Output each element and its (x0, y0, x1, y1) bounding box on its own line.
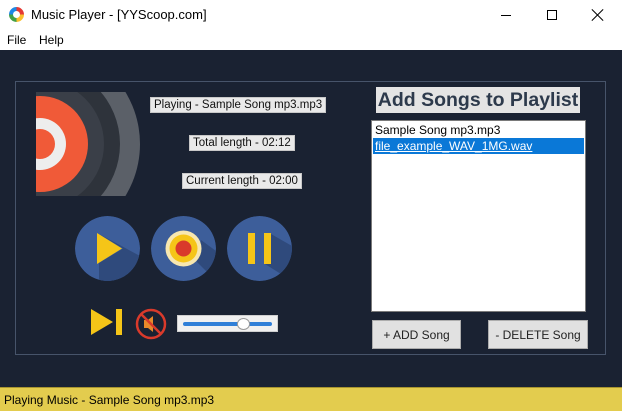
title-bar: Music Player - [YYScoop.com] (0, 0, 622, 30)
window-title: Music Player - [YYScoop.com] (31, 7, 207, 22)
next-track-button[interactable] (89, 307, 125, 337)
current-length-label: Current length - 02:00 (182, 173, 302, 189)
pause-icon (227, 216, 292, 281)
menu-help[interactable]: Help (39, 33, 64, 47)
menu-file[interactable]: File (7, 33, 26, 47)
volume-thumb[interactable] (237, 318, 251, 330)
minimize-icon (501, 14, 511, 16)
volume-slider[interactable] (177, 315, 278, 332)
music-disc-icon (9, 7, 24, 22)
maximize-icon (547, 10, 557, 20)
record-button[interactable] (151, 216, 216, 281)
playlist-item[interactable]: Sample Song mp3.mp3 (373, 122, 584, 138)
menu-bar: File Help (0, 30, 622, 50)
playlist-listbox[interactable]: Sample Song mp3.mp3 file_example_WAV_1MG.… (371, 120, 586, 312)
status-text: Playing Music - Sample Song mp3.mp3 (4, 393, 215, 407)
record-icon (151, 216, 216, 281)
playlist-item[interactable]: file_example_WAV_1MG.wav (373, 138, 584, 154)
album-art (36, 92, 140, 196)
minimize-button[interactable] (483, 0, 529, 30)
maximize-button[interactable] (529, 0, 575, 30)
play-button[interactable] (75, 216, 140, 281)
close-button[interactable] (575, 0, 621, 30)
pause-button[interactable] (227, 216, 292, 281)
skip-next-icon (91, 309, 122, 335)
status-bar: Playing Music - Sample Song mp3.mp3 (0, 387, 622, 411)
play-icon (75, 216, 140, 281)
delete-song-button[interactable]: - DELETE Song (488, 320, 588, 349)
mute-button[interactable] (134, 307, 168, 341)
add-song-button[interactable]: + ADD Song (372, 320, 461, 349)
total-length-label: Total length - 02:12 (189, 135, 295, 151)
playlist-heading: Add Songs to Playlist (376, 87, 580, 113)
now-playing-label: Playing - Sample Song mp3.mp3 (150, 97, 327, 113)
player-panel: Playing - Sample Song mp3.mp3 Total leng… (0, 50, 622, 387)
vinyl-disc-icon (36, 92, 140, 196)
volume-track (183, 322, 272, 326)
close-icon (592, 9, 604, 21)
mute-icon (135, 308, 167, 340)
